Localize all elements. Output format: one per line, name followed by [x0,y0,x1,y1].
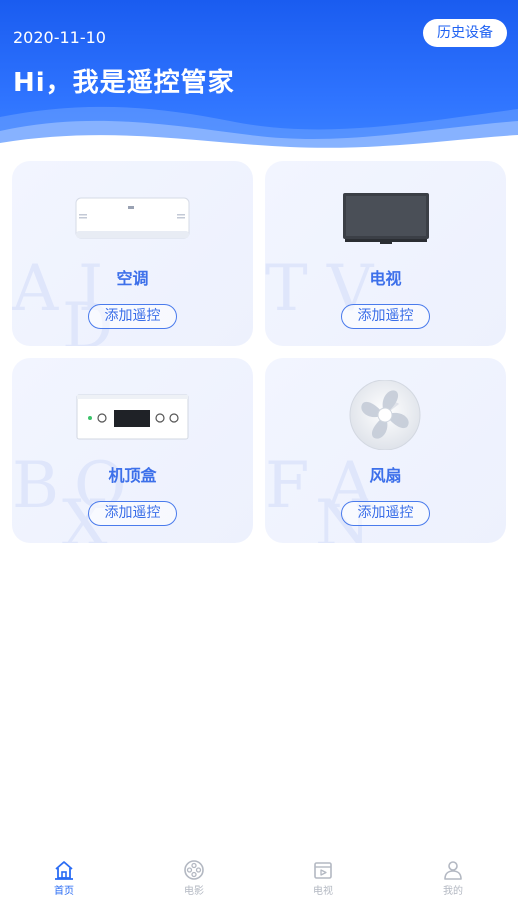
device-card-air-conditioner[interactable]: A I D 空调 添加遥控 [12,161,253,346]
tab-movies[interactable]: 电影 [164,859,224,899]
wave-decoration [0,106,518,165]
device-name: 机顶盒 [108,466,157,485]
tab-label: 电视 [313,886,333,897]
greeting-title: Hi，我是遥控管家 [13,68,235,98]
tab-label: 首页 [54,886,74,897]
bottom-tab-bar: 首页 电影 电视 我的 [0,855,518,900]
header-banner: 2020-11-10 Hi，我是遥控管家 历史设备 [0,0,518,165]
device-card-tv[interactable]: T V 电视 添加遥控 [265,161,506,346]
tab-tv[interactable]: 电视 [293,859,353,899]
film-reel-icon [184,860,204,880]
add-remote-button[interactable]: 添加遥控 [88,501,177,526]
air-conditioner-icon [75,197,190,239]
add-remote-button[interactable]: 添加遥控 [88,304,177,329]
tab-label: 我的 [443,886,463,897]
tab-label: 电影 [184,886,204,897]
device-card-set-top-box[interactable]: B O X 机顶盒 添加遥控 [12,358,253,543]
current-date: 2020-11-10 [13,28,106,47]
home-icon [55,861,73,880]
device-name: 风扇 [369,466,402,485]
device-card-fan[interactable]: F A N 风扇 添加遥控 [265,358,506,543]
set-top-box-icon [76,394,189,440]
user-icon [444,861,462,880]
history-devices-button[interactable]: 历史设备 [423,19,507,47]
tab-home[interactable]: 首页 [34,859,94,899]
add-remote-button[interactable]: 添加遥控 [341,501,430,526]
tab-mine[interactable]: 我的 [423,859,483,899]
television-icon [343,193,429,244]
add-remote-button[interactable]: 添加遥控 [341,304,430,329]
fan-icon [349,380,421,450]
tv-play-icon [314,862,332,879]
device-name: 空调 [116,269,149,288]
device-name: 电视 [369,269,402,288]
